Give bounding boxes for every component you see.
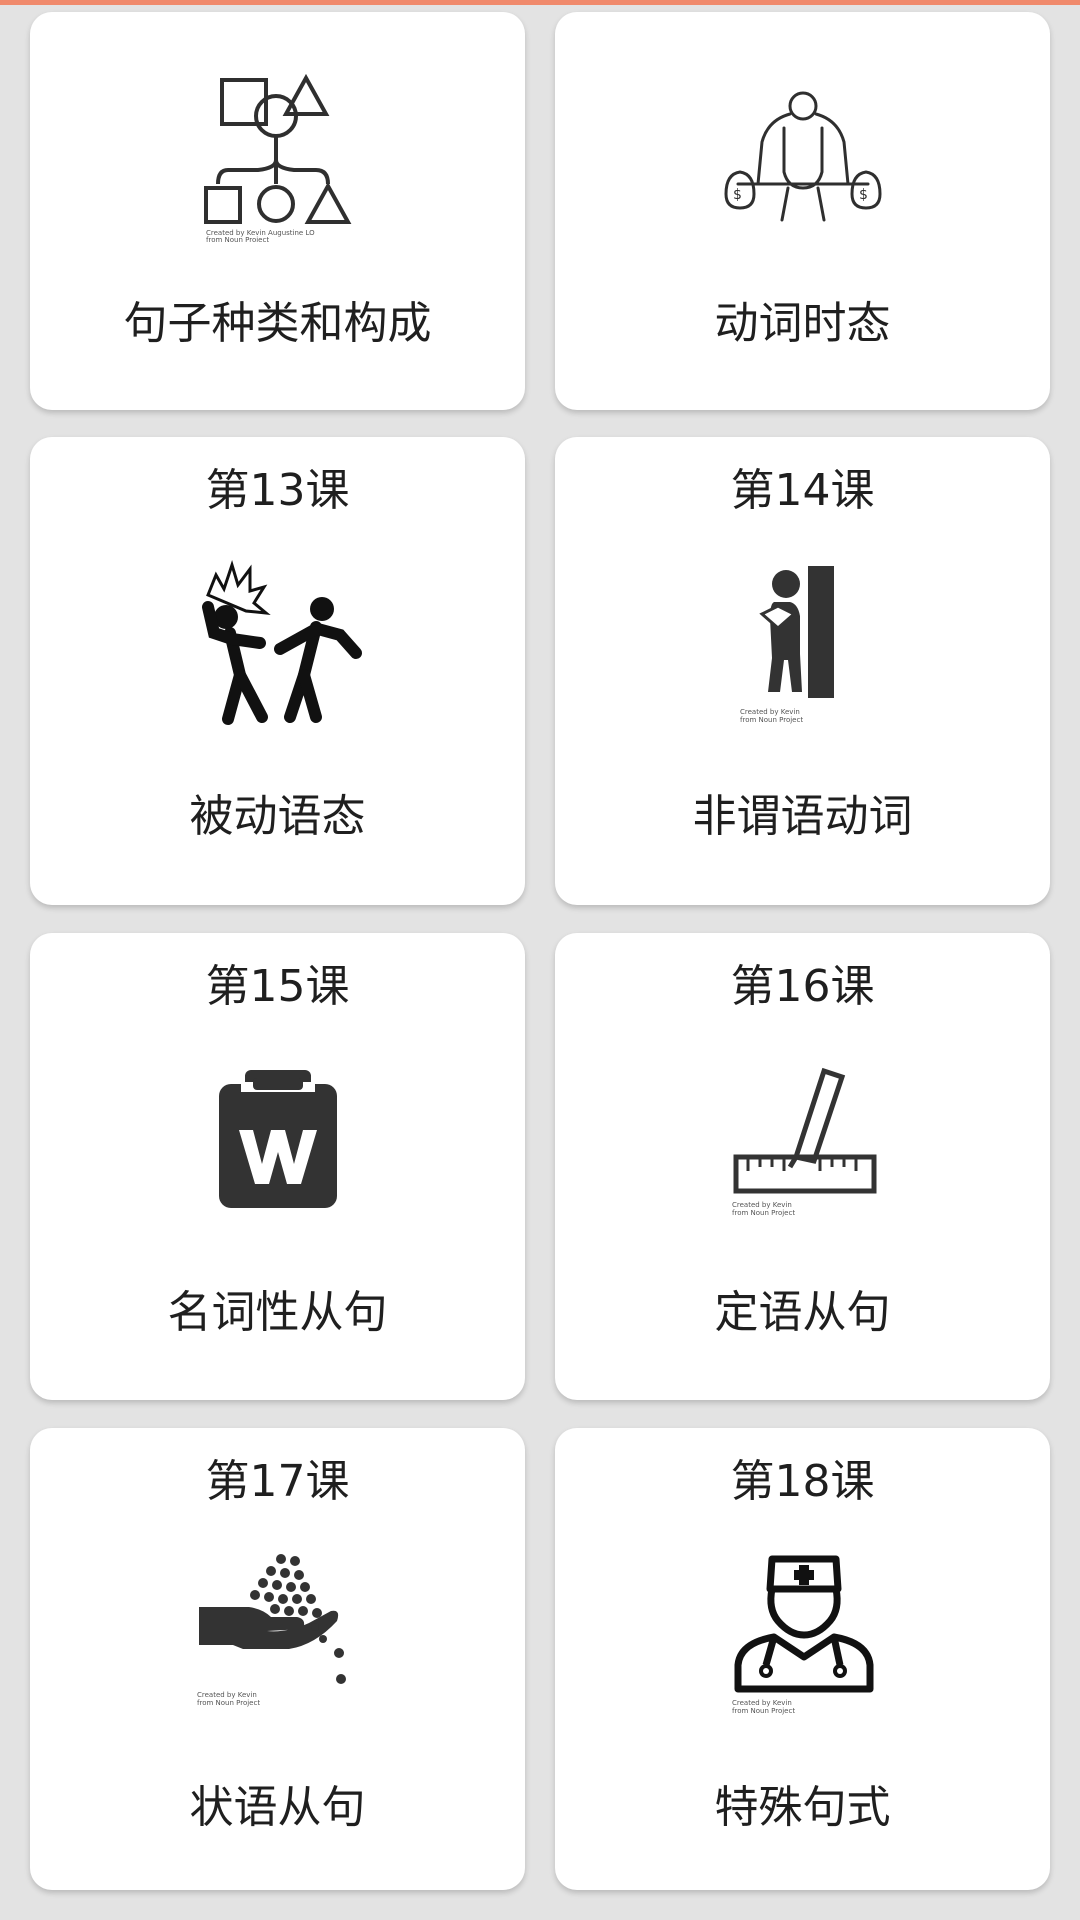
card-topic: 名词性从句: [167, 1287, 388, 1338]
card-lesson-number: 第17课: [205, 1456, 350, 1507]
card-topic: 状语从句: [189, 1782, 366, 1833]
svg-text:from Noun Project: from Noun Project: [206, 236, 269, 242]
ruler-pencil-icon: Created by Kevin from Noun Project: [732, 1067, 876, 1217]
lesson-card[interactable]: Created by Kevin Augustine LO from Noun …: [30, 12, 525, 410]
svg-text:from Noun Project: from Noun Project: [197, 1699, 260, 1707]
card-topic: 句子种类和构成: [123, 298, 432, 349]
svg-text:$: $: [859, 187, 868, 203]
people-fight-icon: [201, 560, 362, 725]
card-lesson-number: 第16课: [730, 961, 875, 1012]
muscleman-moneybags-icon: $ $: [723, 91, 882, 222]
card-topic: 定语从句: [714, 1287, 891, 1338]
card-lesson-number: 第15课: [205, 961, 350, 1012]
svg-text:Created by Kevin: Created by Kevin: [197, 1691, 257, 1699]
card-lesson-number: 第18课: [730, 1456, 875, 1507]
svg-text:$: $: [733, 187, 742, 203]
lesson-card[interactable]: 第15课 名词性从句: [30, 933, 525, 1400]
card-topic: 被动语态: [189, 791, 366, 842]
lesson-grid: Created by Kevin Augustine LO from Noun …: [0, 0, 1080, 1920]
svg-text:from Noun Project: from Noun Project: [740, 716, 803, 724]
card-topic: 特殊句式: [714, 1782, 891, 1833]
card-topic: 动词时态: [714, 298, 891, 349]
lesson-card[interactable]: 第18课 Created by Kevin from Noun Project …: [555, 1428, 1050, 1890]
lesson-card[interactable]: 第14课 Created by Kevin from Noun Project …: [555, 437, 1050, 905]
svg-text:from Noun Project: from Noun Project: [732, 1209, 795, 1217]
svg-text:Created by Kevin: Created by Kevin: [732, 1201, 792, 1209]
card-lesson-number: 第13课: [205, 465, 350, 516]
svg-text:from Noun Project: from Noun Project: [732, 1707, 795, 1715]
lesson-card[interactable]: 第13课 被动语态: [30, 437, 525, 905]
lesson-card[interactable]: $ $ 动词时态: [555, 12, 1050, 410]
card-lesson-number: 第14课: [730, 465, 875, 516]
doctor-icon: Created by Kevin from Noun Project: [732, 1555, 873, 1715]
svg-text:Created by Kevin: Created by Kevin: [732, 1699, 792, 1707]
svg-text:Created by Kevin: Created by Kevin: [740, 708, 800, 716]
shapes-diagram-icon: Created by Kevin Augustine LO from Noun …: [203, 73, 351, 242]
hand-seeds-icon: Created by Kevin from Noun Project: [197, 1554, 346, 1707]
reading-person-icon: Created by Kevin from Noun Project: [740, 566, 834, 724]
lesson-card[interactable]: 第17课 Created by Kevin from Noun Project …: [30, 1428, 525, 1890]
lesson-card[interactable]: 第16课 Created by Kevin from Noun Project …: [555, 933, 1050, 1400]
clipboard-w-icon: [218, 1070, 337, 1208]
card-topic: 非谓语动词: [692, 791, 913, 842]
